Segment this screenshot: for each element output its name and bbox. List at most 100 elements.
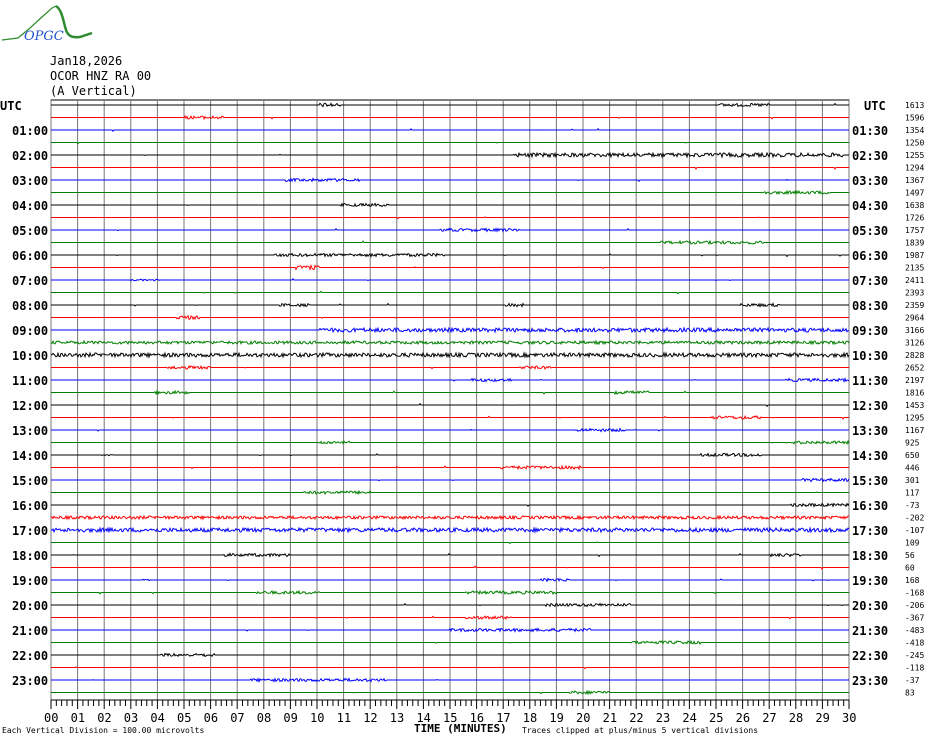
x-axis-title: TIME (MINUTES) [414,722,507,735]
right-hour-label: 23:30 [852,674,888,688]
x-tick-label: 11 [337,711,351,725]
x-tick-label: 22 [629,711,643,725]
trace-offset-value: -245 [905,651,924,660]
x-tick-label: 26 [736,711,750,725]
trace-offset-value: 1987 [905,251,924,260]
x-tick-label: 02 [97,711,111,725]
trace-offset-value: -168 [905,589,924,598]
left-hour-label: 01:00 [12,124,48,138]
left-hour-label: 19:00 [12,574,48,588]
trace-offset-value: -483 [905,626,924,635]
right-hour-label: 12:30 [852,399,888,413]
trace-offset-value: 2964 [905,314,924,323]
right-hour-label: 11:30 [852,374,888,388]
left-hour-label: 16:00 [12,499,48,513]
x-tick-label: 08 [257,711,271,725]
x-tick-label: 19 [549,711,563,725]
trace-offset-value: 83 [905,689,915,698]
trace-offset-value: 1497 [905,189,924,198]
x-tick-label: 13 [390,711,404,725]
left-hour-label: 05:00 [12,224,48,238]
trace-offset-value: 168 [905,576,920,585]
trace-offset-value: 301 [905,476,920,485]
right-hour-label: 10:30 [852,349,888,363]
right-hour-label: 19:30 [852,574,888,588]
x-tick-label: 06 [204,711,218,725]
x-tick-label: 28 [789,711,803,725]
x-tick-label: 09 [283,711,297,725]
right-hour-label: 03:30 [852,174,888,188]
left-hour-label: 04:00 [12,199,48,213]
trace-offset-value: 2197 [905,376,924,385]
trace-offset-value: 2652 [905,364,924,373]
left-hour-label: 13:00 [12,424,48,438]
left-hour-label: 07:00 [12,274,48,288]
trace-offset-value: 3166 [905,326,924,335]
right-hour-label: 14:30 [852,449,888,463]
trace-offset-value: -202 [905,514,924,523]
right-hour-label: 22:30 [852,649,888,663]
trace-offset-value: -418 [905,639,924,648]
helicorder-chart: OPGC 00 01 02 03 04 05 06 07 08 09 10 11 12 13 14 15 16 1… [0,4,924,735]
trace-offset-value: 1294 [905,164,924,173]
left-hour-label: 11:00 [12,374,48,388]
trace-offset-value: 1167 [905,426,924,435]
trace-offset-value: 1839 [905,239,924,248]
right-hour-label: 09:30 [852,324,888,338]
left-hour-label: 17:00 [12,524,48,538]
trace-offset-value: 2393 [905,289,924,298]
left-hour-label: 08:00 [12,299,48,313]
right-hour-label: 13:30 [852,424,888,438]
x-tick-label: 12 [363,711,377,725]
right-hour-label: 06:30 [852,249,888,263]
trace-offset-value: -206 [905,601,924,610]
trace-offset-value: 117 [905,489,920,498]
trace-offset-value: 650 [905,451,920,460]
trace-offset-value: 2359 [905,301,924,310]
trace-offset-value: 2411 [905,276,924,285]
x-tick-label: 01 [71,711,85,725]
right-hour-label: 18:30 [852,549,888,563]
x-tick-label: 18 [523,711,537,725]
left-hour-label: 22:00 [12,649,48,663]
trace-offset-value: 925 [905,439,920,448]
right-hour-label: 17:30 [852,524,888,538]
right-hour-label: 08:30 [852,299,888,313]
left-hour-label: 21:00 [12,624,48,638]
right-hour-label: 04:30 [852,199,888,213]
x-tick-label: 23 [656,711,670,725]
scale-note: Each Vertical Division = 100.00 microvol… [2,726,204,735]
x-tick-label: 24 [682,711,696,725]
trace-offset-value: 1250 [905,139,924,148]
trace-offset-value: 1255 [905,151,924,160]
trace-offset-value: 1757 [905,226,924,235]
trace-offset-value: 109 [905,539,920,548]
trace-offset-value: 1367 [905,176,924,185]
left-hour-label: 06:00 [12,249,48,263]
x-tick-label: 25 [709,711,723,725]
left-hour-label: 18:00 [12,549,48,563]
right-hour-label: 15:30 [852,474,888,488]
x-tick-label: 04 [150,711,164,725]
right-hour-label: 05:30 [852,224,888,238]
trace-offset-value: 1726 [905,214,924,223]
left-hour-label: 09:00 [12,324,48,338]
x-tick-label: 07 [230,711,244,725]
x-tick-label: 27 [762,711,776,725]
left-hour-label: 20:00 [12,599,48,613]
trace-offset-value: -73 [905,501,920,510]
x-tick-label: 05 [177,711,191,725]
trace-offset-value: 1613 [905,101,924,110]
trace-offset-value: 446 [905,464,920,473]
x-tick-label: 03 [124,711,138,725]
left-hour-label: 10:00 [12,349,48,363]
left-hour-label: 14:00 [12,449,48,463]
trace-offset-value: 3126 [905,339,924,348]
right-hour-label: 21:30 [852,624,888,638]
right-hour-label: 01:30 [852,124,888,138]
trace-offset-value: 1295 [905,414,924,423]
right-hour-label: 16:30 [852,499,888,513]
trace-offset-value: 2828 [905,351,924,360]
trace-offset-value: 1638 [905,201,924,210]
trace-offset-value: 1354 [905,126,924,135]
